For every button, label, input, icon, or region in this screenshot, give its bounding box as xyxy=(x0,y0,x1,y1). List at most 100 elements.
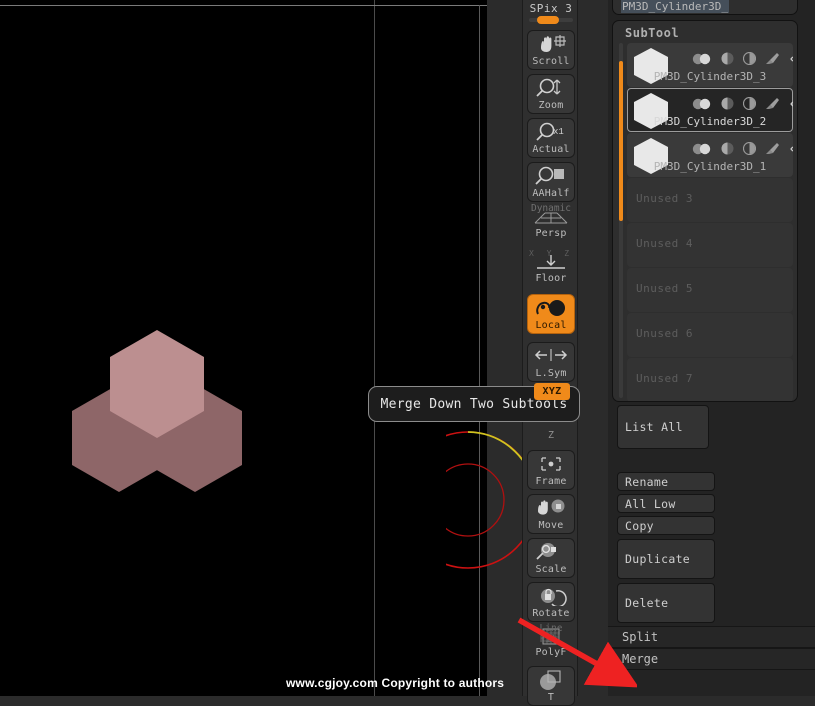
subtool-item[interactable]: PM3D_Cylinder3D_1 xyxy=(627,133,793,177)
brush-icon[interactable] xyxy=(765,50,781,69)
axis-badge-xyz[interactable]: XYZ xyxy=(534,383,570,400)
list-all-button[interactable]: List All xyxy=(617,405,709,449)
subtool-scrollbar-thumb[interactable] xyxy=(619,61,623,221)
split-section-header[interactable]: Split xyxy=(608,626,815,648)
tool-button-polyf-label: PolyF xyxy=(535,647,567,658)
tool-button-actual[interactable]: x1 Actual xyxy=(527,118,575,158)
subtool-row-icons[interactable] xyxy=(692,50,793,69)
subtool-item-name: PM3D_Cylinder3D_1 xyxy=(653,160,767,173)
tool-button-scale-label: Scale xyxy=(535,564,567,575)
brush-icon[interactable] xyxy=(765,140,781,159)
spix-slider-label: SPix 3 xyxy=(529,2,573,15)
subtool-slot-unused[interactable]: Unused 7 xyxy=(627,358,793,401)
tool-button-frame[interactable]: Frame xyxy=(527,450,575,490)
magnifier-zoom-icon xyxy=(528,75,574,100)
tool-button-zoom[interactable]: Zoom xyxy=(527,74,575,114)
split-section-label: Split xyxy=(622,630,659,644)
tool-button-local[interactable]: Local xyxy=(527,294,575,334)
tool-button-lsym-label: L.Sym xyxy=(535,368,567,379)
subtool-item-name: PM3D_Cylinder3D_2 xyxy=(653,115,767,128)
subtool-slot-unused[interactable]: Unused 5 xyxy=(627,268,793,312)
magnifier-half-icon xyxy=(528,163,574,188)
subtool-slot-unused[interactable]: Unused 6 xyxy=(627,313,793,357)
viewport-guide-line xyxy=(374,0,375,696)
tool-button-zoom-label: Zoom xyxy=(538,100,564,111)
split-shade-icon[interactable] xyxy=(742,140,757,159)
subtool-scrollbar[interactable] xyxy=(619,43,623,398)
half-shade-icon[interactable] xyxy=(721,95,734,114)
right-shelf-toolbar[interactable]: SPix 3 Scroll Zoom x1 Actual AAHalf Pers… xyxy=(522,0,578,706)
subtool-unused-label: Unused 4 xyxy=(636,237,693,250)
watermark-text: www.cgjoy.com Copyright to authors xyxy=(286,676,505,690)
tool-button-floor-label: Floor xyxy=(535,273,567,284)
subtool-slot-unused[interactable]: Unused 3 xyxy=(627,178,793,222)
tool-name-value: PM3D_Cylinder3D_ xyxy=(621,0,729,13)
copy-button[interactable]: Copy xyxy=(617,516,715,535)
subtool-item-name: PM3D_Cylinder3D_3 xyxy=(653,70,767,83)
tool-button-transparency-label: T xyxy=(547,692,555,703)
tool-button-frame-label: Frame xyxy=(535,476,567,487)
split-shade-icon[interactable] xyxy=(742,95,757,114)
split-shade-icon[interactable] xyxy=(742,50,757,69)
all-low-button[interactable]: All Low xyxy=(617,494,715,513)
hex-model-group[interactable] xyxy=(72,330,242,492)
subtool-item[interactable]: PM3D_Cylinder3D_2 xyxy=(627,88,793,132)
subtool-list-box[interactable]: SubTool PM3D_Cylinder3D_3 PM3D_Cylinder3D… xyxy=(612,20,798,402)
visibility-toggle-icon[interactable] xyxy=(692,140,712,159)
subtool-unused-label: Unused 7 xyxy=(636,372,693,385)
tool-button-persp-overlabel: Dynamic xyxy=(530,203,572,214)
axis-badge-z[interactable]: Z xyxy=(527,430,575,441)
merge-section-header[interactable]: Merge xyxy=(608,648,815,670)
tool-button-actual-label: Actual xyxy=(532,144,570,155)
tool-button-move[interactable]: Move xyxy=(527,494,575,534)
subtool-row-icons[interactable] xyxy=(692,95,793,114)
spix-slider[interactable]: SPix 3 xyxy=(526,2,576,30)
eye-icon[interactable] xyxy=(790,95,793,114)
subtool-row-icons[interactable] xyxy=(692,140,793,159)
tool-button-rotate[interactable]: Rotate xyxy=(527,582,575,622)
local-symmetry-icon xyxy=(528,343,574,368)
local-sphere-icon xyxy=(528,295,574,320)
visibility-toggle-icon[interactable] xyxy=(692,95,712,114)
subtool-unused-label: Unused 6 xyxy=(636,327,693,340)
spix-slider-thumb[interactable] xyxy=(537,16,559,24)
subtool-unused-label: Unused 5 xyxy=(636,282,693,295)
tool-button-aahalf[interactable]: AAHalf xyxy=(527,162,575,202)
subtool-list[interactable]: PM3D_Cylinder3D_3 PM3D_Cylinder3D_2 PM3D_C… xyxy=(627,43,793,401)
hand-sphere-icon xyxy=(528,495,574,520)
tool-button-polyf-overlabel: Line Fill xyxy=(539,623,563,645)
magnifier-x1-icon: x1 xyxy=(528,119,574,144)
subtool-unused-label: Unused 3 xyxy=(636,192,693,205)
magnifier-scale-icon xyxy=(528,539,574,564)
tool-button-scale[interactable]: Scale xyxy=(527,538,575,578)
subtool-slot-unused[interactable]: Unused 4 xyxy=(627,223,793,267)
eye-icon[interactable] xyxy=(790,140,793,159)
tool-button-floor-axes: X Y Z xyxy=(528,249,574,258)
delete-button[interactable]: Delete xyxy=(617,583,715,623)
tool-button-scroll[interactable]: Scroll xyxy=(527,30,575,70)
half-shade-icon[interactable] xyxy=(721,50,734,69)
tool-button-persp-label: Persp xyxy=(535,228,567,239)
transparency-sphere-icon xyxy=(528,667,574,692)
rename-button[interactable]: Rename xyxy=(617,472,715,491)
tool-name-field[interactable]: PM3D_Cylinder3D_ xyxy=(612,0,798,15)
subtool-item[interactable]: PM3D_Cylinder3D_3 xyxy=(627,43,793,87)
tool-button-move-label: Move xyxy=(538,520,564,531)
tool-button-transparency[interactable]: T xyxy=(527,666,575,706)
svg-text:x1: x1 xyxy=(553,127,564,137)
merge-expanded-dot xyxy=(613,657,619,663)
merge-section-label: Merge xyxy=(622,652,659,666)
rotate-lock-icon xyxy=(528,583,574,608)
duplicate-button[interactable]: Duplicate xyxy=(617,539,715,579)
eye-icon[interactable] xyxy=(790,50,793,69)
tool-button-rotate-label: Rotate xyxy=(532,608,570,619)
half-shade-icon[interactable] xyxy=(721,140,734,159)
tool-button-aahalf-label: AAHalf xyxy=(532,188,570,199)
visibility-toggle-icon[interactable] xyxy=(692,50,712,69)
spix-slider-track[interactable] xyxy=(529,16,573,24)
brush-icon[interactable] xyxy=(765,95,781,114)
subtool-panel[interactable]: PM3D_Cylinder3D_ SubTool PM3D_Cylinder3D… xyxy=(608,0,815,696)
hand-move-icon xyxy=(528,31,574,56)
tool-button-lsym[interactable]: L.Sym xyxy=(527,342,575,382)
viewport-canvas[interactable] xyxy=(0,0,537,696)
